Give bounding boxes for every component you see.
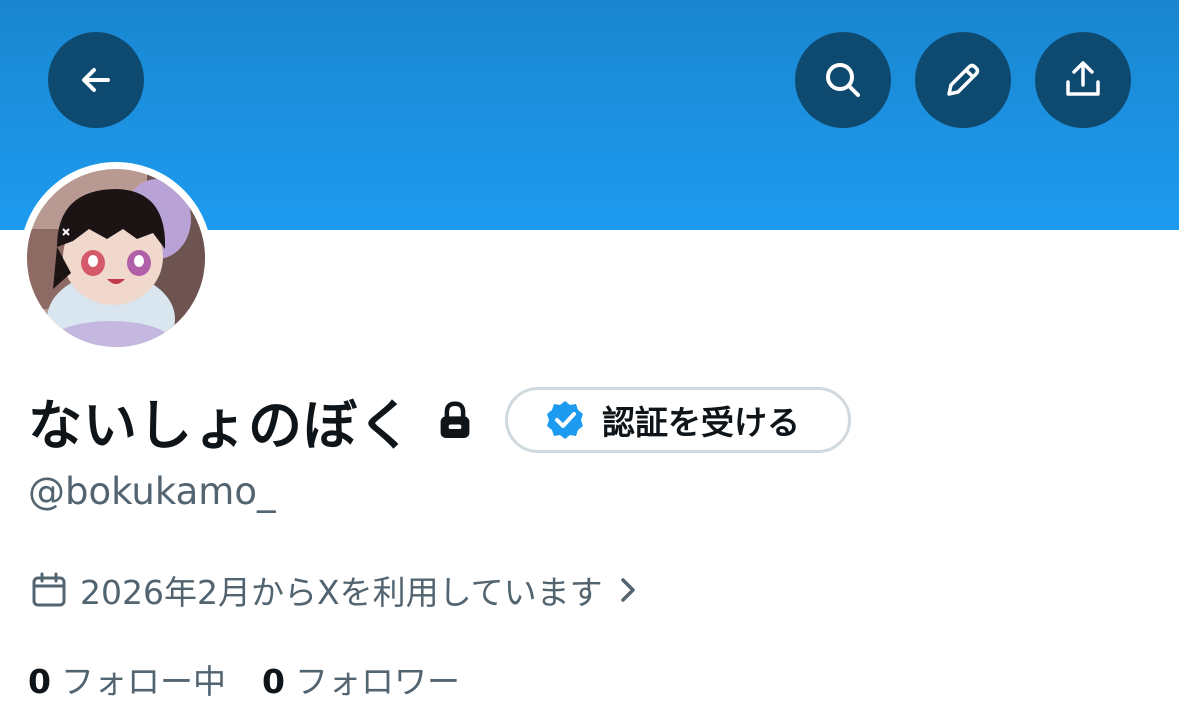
lock-icon (437, 398, 477, 442)
edit-button[interactable] (915, 32, 1011, 128)
join-date-text: 2026年2月からXを利用しています (80, 573, 603, 612)
following-count: 0 (28, 662, 51, 701)
avatar[interactable] (27, 169, 205, 347)
search-button[interactable] (795, 32, 891, 128)
search-icon (826, 63, 860, 97)
share-icon (1066, 61, 1100, 96)
follow-stats: 0 フォロー中 0 フォロワー (28, 655, 460, 703)
back-icon (82, 68, 110, 92)
username-handle: @bokukamo_ (28, 470, 276, 513)
join-date-row[interactable]: 2026年2月からXを利用しています (30, 566, 639, 614)
display-name: ないしょのぼく (28, 393, 413, 457)
avatar-image (27, 169, 205, 347)
followers-label: フォロワー (294, 662, 460, 701)
followers-count: 0 (261, 662, 285, 701)
get-verified-label: 認証を受ける (602, 403, 800, 442)
edit-icon (947, 63, 980, 96)
back-button[interactable] (48, 32, 144, 128)
verified-badge-icon (547, 401, 583, 439)
chevron-right-icon (620, 578, 635, 602)
following-link[interactable]: 0 フォロー中 (28, 655, 226, 703)
following-label: フォロー中 (60, 662, 226, 701)
followers-link[interactable]: 0 フォロワー (262, 655, 460, 703)
name-row: ないしょのぼく 認証を受ける (28, 382, 851, 458)
get-verified-button[interactable]: 認証を受ける (505, 387, 851, 453)
calendar-icon (32, 572, 66, 607)
share-button[interactable] (1035, 32, 1131, 128)
